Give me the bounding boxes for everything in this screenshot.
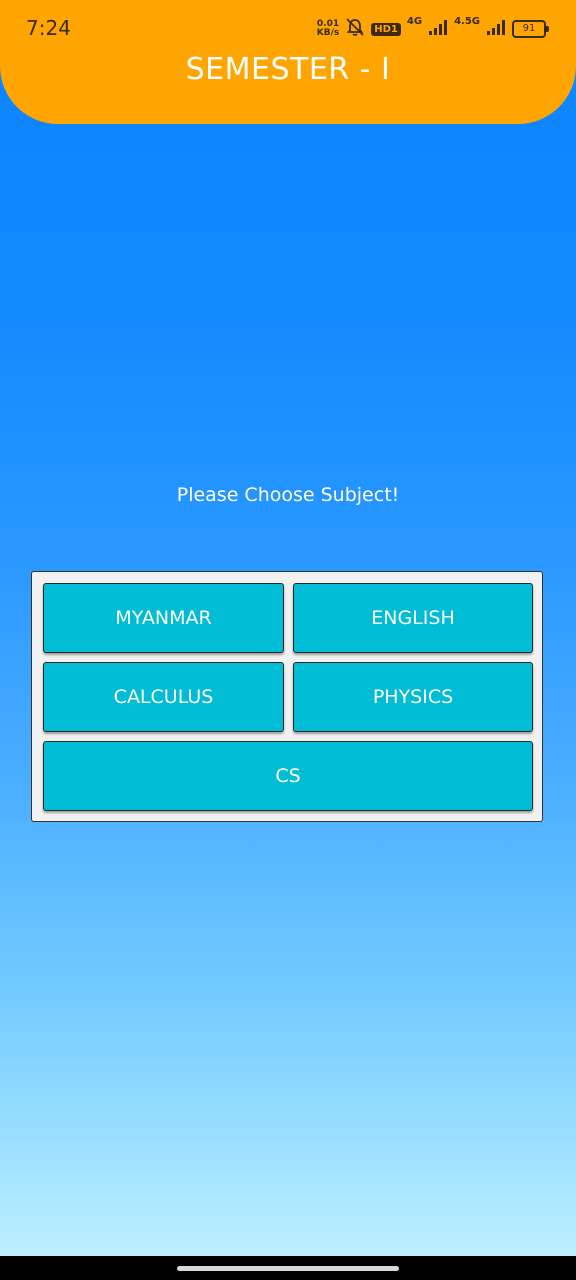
calculus-button[interactable]: CALCULUS — [43, 662, 284, 732]
signal-icon — [486, 18, 506, 40]
physics-button[interactable]: PHYSICS — [293, 662, 533, 732]
cs-button[interactable]: CS — [43, 741, 533, 811]
app-header: 7:24 0.01 KB/s HD1 4G 4.5G 91 SEMESTER -… — [0, 0, 576, 124]
home-indicator[interactable] — [177, 1266, 399, 1271]
network-type-label: 4G — [406, 16, 423, 27]
status-icons: 0.01 KB/s HD1 4G 4.5G 91 — [317, 16, 549, 42]
battery-icon: 91 — [512, 20, 549, 38]
net-speed-unit: KB/s — [316, 28, 340, 38]
hd-badge: HD1 — [371, 22, 401, 36]
status-bar: 7:24 0.01 KB/s HD1 4G 4.5G 91 — [0, 0, 576, 56]
signal-icon — [428, 18, 448, 40]
network-type-label: 4.5G — [454, 16, 480, 27]
bell-off-icon — [345, 17, 365, 41]
navigation-bar — [0, 1256, 576, 1280]
page-title: SEMESTER - I — [185, 52, 391, 87]
status-time: 7:24 — [26, 16, 71, 40]
myanmar-button[interactable]: MYANMAR — [43, 583, 284, 653]
net-speed: 0.01 KB/s — [317, 20, 339, 38]
subject-prompt: Please Choose Subject! — [176, 484, 400, 506]
subject-panel: MYANMAR ENGLISH CALCULUS PHYSICS CS — [31, 571, 543, 822]
english-button[interactable]: ENGLISH — [293, 583, 533, 653]
